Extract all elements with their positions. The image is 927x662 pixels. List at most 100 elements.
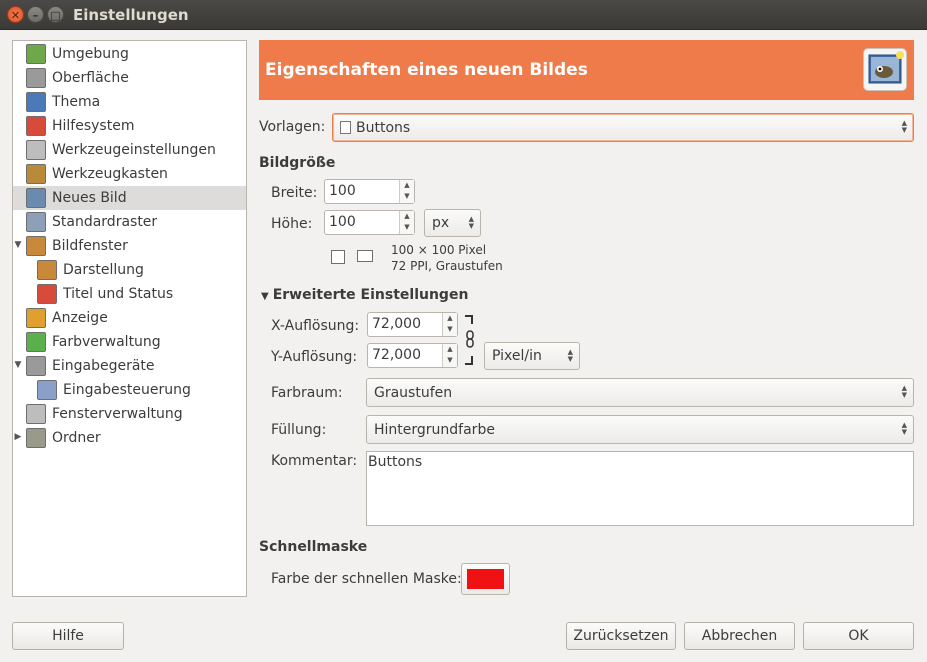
quickmask-color-label: Farbe der schnellen Maske: (271, 571, 462, 587)
page-header: Eigenschaften eines neuen Bildes (259, 40, 914, 100)
comment-value: Buttons (368, 454, 423, 470)
width-spin-buttons[interactable]: ▲ ▼ (399, 180, 414, 203)
chain-link-icon[interactable] (463, 314, 475, 366)
templates-label: Vorlagen: (259, 119, 326, 135)
sidebar-item-farbverwaltung[interactable]: Farbverwaltung (13, 330, 246, 354)
sidebar-item-umgebung[interactable]: Umgebung (13, 42, 246, 66)
sidebar-item-label: Titel und Status (63, 286, 174, 302)
display-icon (26, 308, 46, 328)
sidebar-item-fensterverwaltung[interactable]: Fensterverwaltung (13, 402, 246, 426)
resolution-unit-combo[interactable]: Pixel/in ▲ ▼ (484, 342, 580, 370)
sidebar-item-neues-bild[interactable]: Neues Bild (13, 186, 246, 210)
x-resolution-label: X-Auflösung: (271, 318, 360, 334)
sidebar-item-anzeige[interactable]: Anzeige (13, 306, 246, 330)
interface-icon (26, 68, 46, 88)
maximize-icon[interactable]: □ (47, 6, 64, 23)
sidebar-item-label: Umgebung (52, 46, 129, 62)
expander-closed-icon[interactable]: ▶ (13, 432, 23, 442)
sidebar-item-standardraster[interactable]: Standardraster (13, 210, 246, 234)
sidebar-item-titel-und-status[interactable]: Titel und Status (13, 282, 246, 306)
sidebar-item-label: Standardraster (52, 214, 158, 230)
sidebar-item-label: Bildfenster (52, 238, 128, 254)
templates-value: Buttons (356, 119, 411, 136)
sidebar-item-label: Hilfesystem (52, 118, 135, 134)
advanced-settings-expander[interactable]: ▼ Erweiterte Einstellungen (261, 287, 468, 303)
help-button[interactable]: Hilfe (12, 622, 124, 650)
page-title: Eigenschaften eines neuen Bildes (265, 60, 588, 80)
y-resolution-spin-buttons[interactable]: ▲ ▼ (442, 344, 457, 367)
title-bar: ✕ – □ Einstellungen (0, 0, 927, 30)
input-controller-icon (37, 380, 57, 400)
sidebar-item-label: Neues Bild (52, 190, 127, 206)
height-spin-buttons[interactable]: ▲ ▼ (399, 211, 414, 234)
fill-label: Füllung: (271, 422, 327, 438)
color-space-arrows-icon: ▲ ▼ (901, 384, 907, 399)
color-space-label: Farbraum: (271, 385, 343, 401)
sidebar-item-bildfenster[interactable]: Bildfenster (13, 234, 246, 258)
sidebar-item-label: Farbverwaltung (52, 334, 161, 350)
title-status-icon (37, 284, 57, 304)
theme-icon (26, 92, 46, 112)
expander-open-icon: ▼ (261, 291, 269, 302)
sidebar-item-label: Thema (52, 94, 101, 110)
minimize-icon[interactable]: – (27, 6, 44, 23)
landscape-orientation-icon[interactable] (357, 250, 373, 262)
size-info-pixels: 100 × 100 Pixel (391, 243, 487, 257)
x-resolution-value: 72,000 (372, 316, 421, 332)
sidebar-item-darstellung[interactable]: Darstellung (13, 258, 246, 282)
fill-arrows-icon: ▲ ▼ (901, 421, 907, 436)
quickmask-color-button[interactable] (461, 563, 510, 595)
toolbox-icon (26, 164, 46, 184)
sidebar-item-label: Eingabesteuerung (63, 382, 191, 398)
width-spin[interactable]: 100 ▲ ▼ (324, 179, 415, 204)
sidebar-item-oberfläche[interactable]: Oberfläche (13, 66, 246, 90)
x-resolution-spin-buttons[interactable]: ▲ ▼ (442, 313, 457, 336)
sidebar-item-hilfesystem[interactable]: Hilfesystem (13, 114, 246, 138)
new-image-icon (26, 188, 46, 208)
sidebar-item-werkzeugeinstellungen[interactable]: Werkzeugeinstellungen (13, 138, 246, 162)
sidebar-item-eingabesteuerung[interactable]: Eingabesteuerung (13, 378, 246, 402)
color-management-icon (26, 332, 46, 352)
sidebar-item-ordner[interactable]: Ordner (13, 426, 246, 450)
ok-button[interactable]: OK (803, 622, 914, 650)
image-size-heading: Bildgröße (259, 155, 336, 171)
y-resolution-spin[interactable]: 72,000 ▲ ▼ (367, 343, 458, 368)
sidebar-item-label: Anzeige (52, 310, 108, 326)
input-devices-icon (26, 356, 46, 376)
sidebar-item-werkzeugkasten[interactable]: Werkzeugkasten (13, 162, 246, 186)
templates-combo[interactable]: Buttons ▲ ▼ (332, 113, 914, 142)
height-value: 100 (329, 214, 356, 230)
size-info-resolution: 72 PPI, Graustufen (391, 259, 503, 273)
fill-value: Hintergrundfarbe (374, 421, 495, 438)
color-space-combo[interactable]: Graustufen ▲ ▼ (366, 378, 914, 407)
grid-icon (26, 212, 46, 232)
expander-open-icon[interactable]: ▼ (13, 360, 23, 370)
resolution-unit-value: Pixel/in (492, 348, 542, 364)
height-label: Höhe: (271, 216, 313, 232)
sidebar-item-thema[interactable]: Thema (13, 90, 246, 114)
height-spin[interactable]: 100 ▲ ▼ (324, 210, 415, 235)
close-icon[interactable]: ✕ (7, 6, 24, 23)
width-value: 100 (329, 183, 356, 199)
folder-icon (26, 428, 46, 448)
expander-open-icon[interactable]: ▼ (13, 240, 23, 250)
new-image-header-icon (863, 48, 907, 91)
sidebar-item-label: Werkzeugeinstellungen (52, 142, 216, 158)
reset-button[interactable]: Zurücksetzen (566, 622, 676, 650)
sidebar-item-label: Fensterverwaltung (52, 406, 183, 422)
size-unit-value: px (432, 215, 450, 231)
memory-chip-icon (26, 44, 46, 64)
combo-arrows-icon: ▲ ▼ (901, 119, 907, 134)
sidebar-item-label: Werkzeugkasten (52, 166, 168, 182)
comment-textarea[interactable]: Buttons (366, 451, 914, 526)
portrait-orientation-icon[interactable] (331, 250, 345, 264)
sidebar-item-eingabegeräte[interactable]: Eingabegeräte (13, 354, 246, 378)
x-resolution-spin[interactable]: 72,000 ▲ ▼ (367, 312, 458, 337)
tool-options-icon (26, 140, 46, 160)
size-unit-combo[interactable]: px ▲ ▼ (424, 209, 481, 237)
advanced-settings-heading: Erweiterte Einstellungen (272, 287, 469, 303)
appearance-icon (37, 260, 57, 280)
fill-combo[interactable]: Hintergrundfarbe ▲ ▼ (366, 415, 914, 444)
sidebar-item-label: Darstellung (63, 262, 144, 278)
cancel-button[interactable]: Abbrechen (684, 622, 795, 650)
